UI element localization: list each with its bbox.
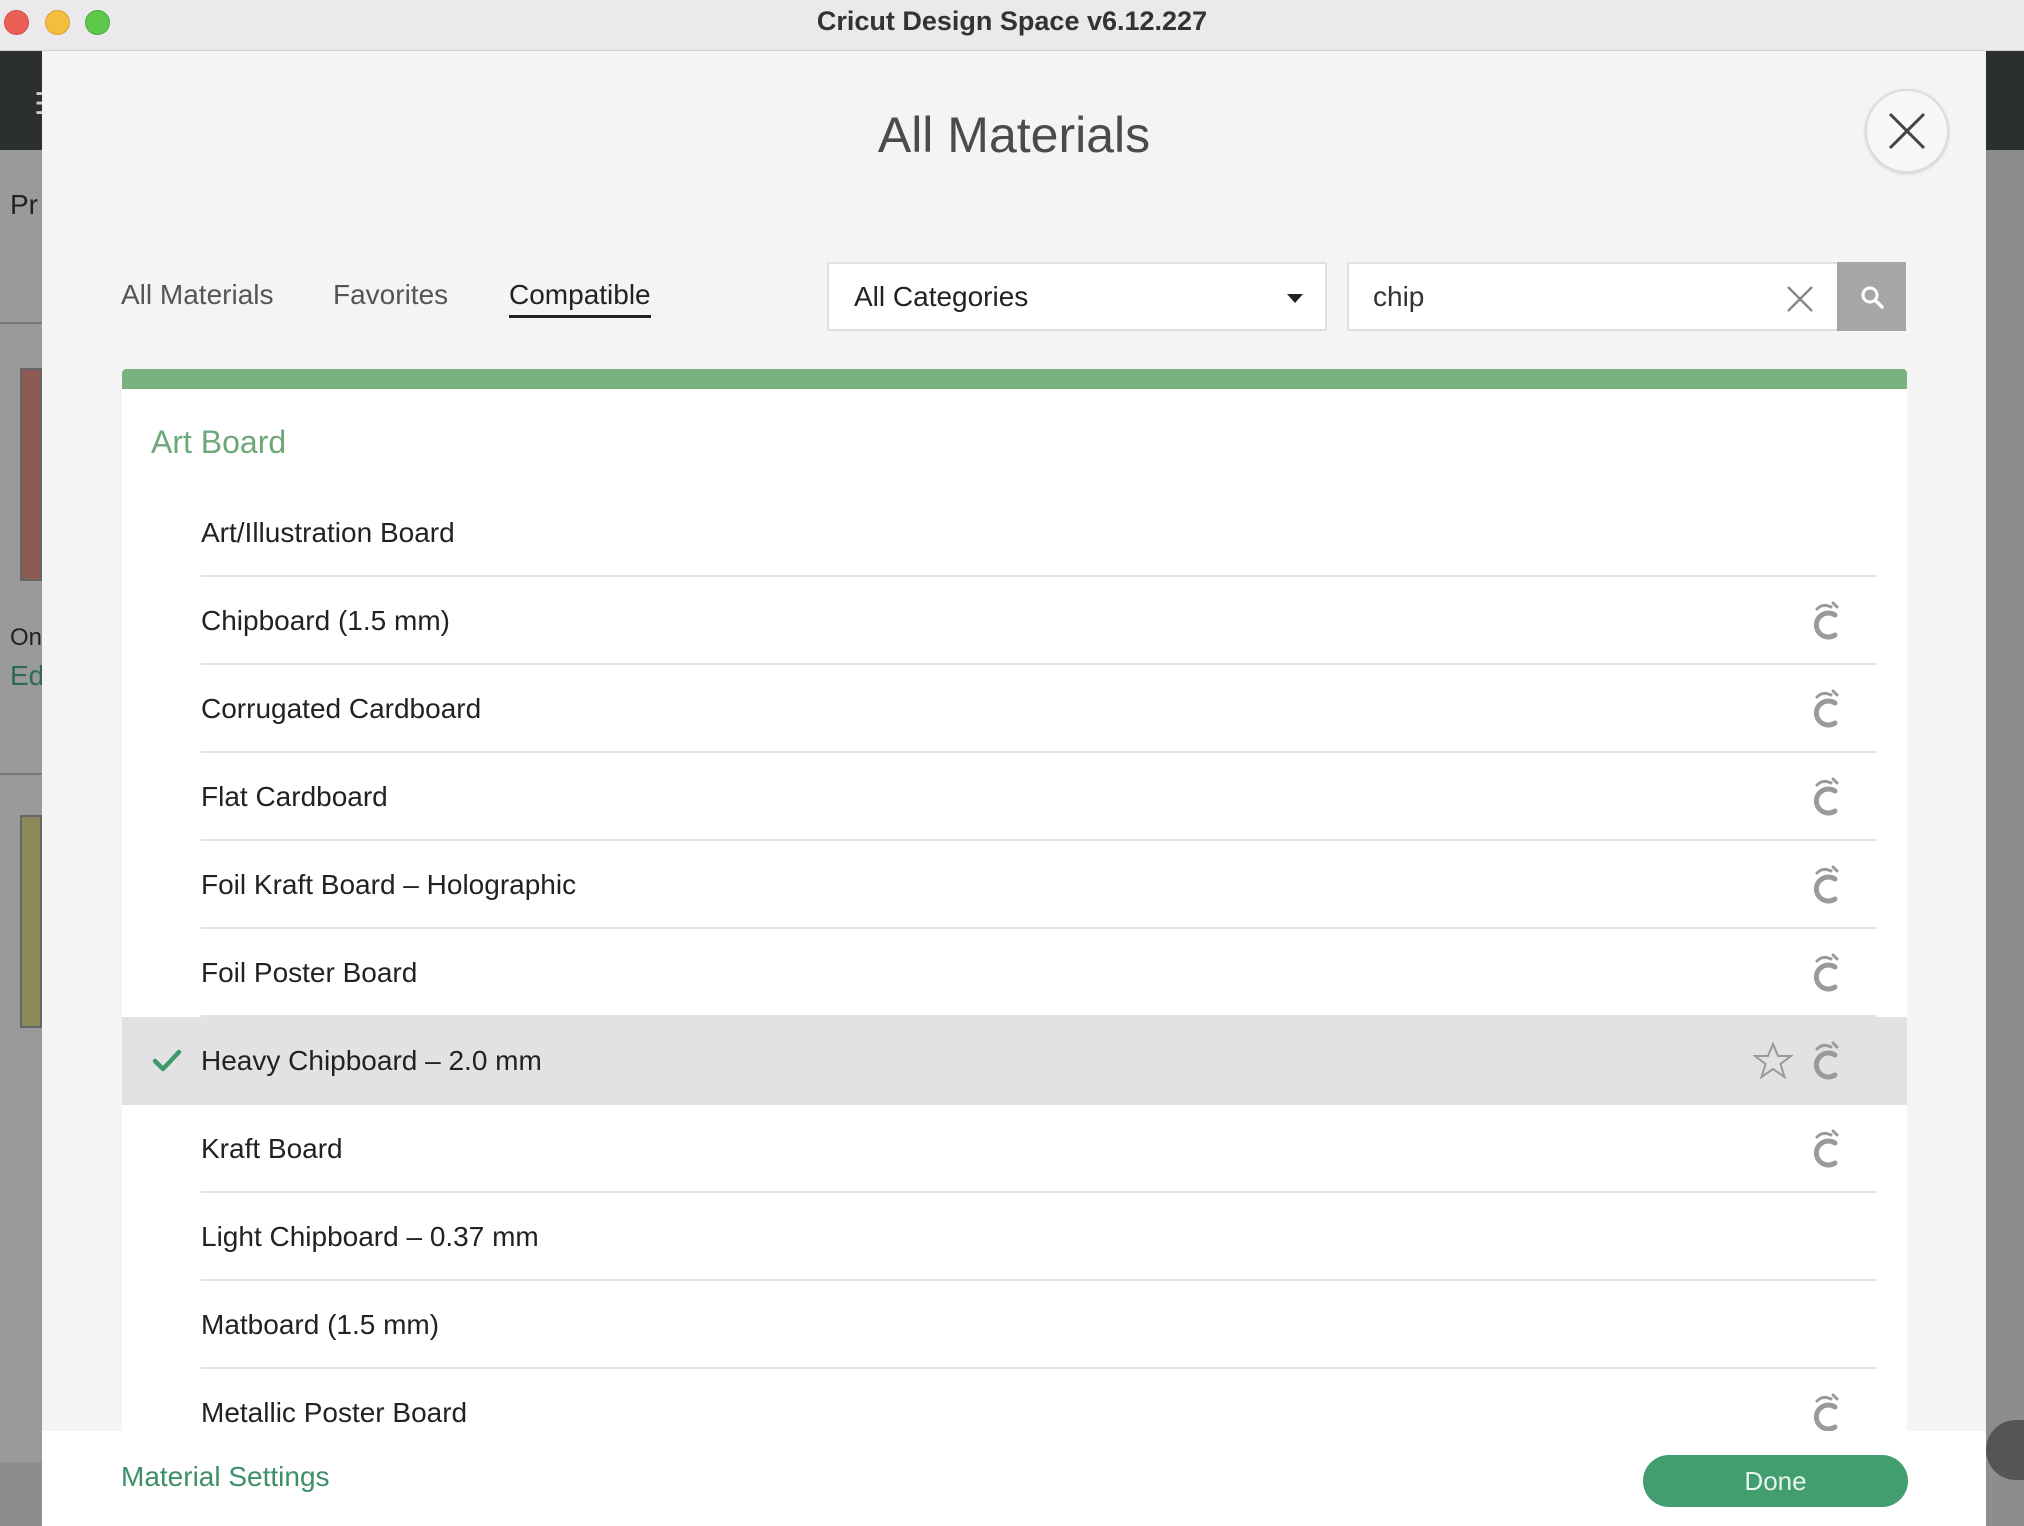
material-settings-link[interactable]: Material Settings	[121, 1461, 330, 1493]
tab-all-materials[interactable]: All Materials	[121, 279, 273, 315]
tab-favorites[interactable]: Favorites	[333, 279, 448, 315]
checkmark-icon	[152, 1047, 182, 1075]
background-mat-thumbnail	[20, 368, 42, 581]
cricut-material-icon	[1807, 1129, 1843, 1171]
search-button[interactable]	[1837, 262, 1906, 331]
material-row[interactable]: Art/Illustration Board	[122, 489, 1907, 577]
material-row-label: Corrugated Cardboard	[201, 693, 482, 724]
material-row[interactable]: Chipboard (1.5 mm)	[122, 577, 1907, 665]
material-row-label: Kraft Board	[201, 1133, 343, 1164]
group-header-art-board: Art Board	[151, 424, 287, 460]
material-row[interactable]: Flat Cardboard	[122, 753, 1907, 841]
title-bar: Cricut Design Space v6.12.227	[0, 0, 2024, 51]
material-row[interactable]: Matboard (1.5 mm)	[122, 1281, 1907, 1369]
material-row[interactable]: Kraft Board	[122, 1105, 1907, 1193]
search-icon	[1861, 286, 1884, 309]
material-row-label: Light Chipboard – 0.37 mm	[201, 1221, 539, 1252]
favorite-star-icon[interactable]	[1752, 1041, 1794, 1081]
category-dropdown[interactable]: All Categories	[827, 262, 1327, 331]
background-divider	[0, 322, 42, 324]
material-row[interactable]: Heavy Chipboard – 2.0 mm	[122, 1017, 1907, 1105]
material-row[interactable]: Foil Poster Board	[122, 929, 1907, 1017]
material-row-label: Flat Cardboard	[201, 781, 388, 812]
all-materials-dialog: All Materials All Materials Favorites Co…	[42, 51, 1986, 1526]
list-top-bar	[122, 369, 1907, 389]
search-input-value: chip	[1373, 280, 1425, 312]
material-row-label: Art/Illustration Board	[201, 517, 455, 548]
material-row-label: Chipboard (1.5 mm)	[201, 605, 450, 636]
background-text-pr: Pr	[10, 189, 38, 220]
caret-down-icon	[1287, 294, 1303, 303]
background-mat-thumbnail	[20, 815, 42, 1028]
material-row-label: Matboard (1.5 mm)	[201, 1309, 440, 1340]
done-button[interactable]: Done	[1643, 1455, 1908, 1507]
search-input[interactable]: chip	[1347, 262, 1837, 331]
material-row-label: Foil Poster Board	[201, 957, 418, 988]
cricut-material-icon	[1807, 1041, 1843, 1083]
close-dialog-button[interactable]	[1865, 89, 1949, 173]
category-dropdown-value: All Categories	[854, 280, 1029, 312]
cricut-material-icon	[1807, 953, 1843, 995]
material-row[interactable]: Foil Kraft Board – Holographic	[122, 841, 1907, 929]
dialog-footer: Material Settings Done	[42, 1431, 1986, 1526]
material-row[interactable]: Light Chipboard – 0.37 mm	[122, 1193, 1907, 1281]
background-right-header	[1986, 51, 2024, 150]
cricut-material-icon	[1807, 689, 1843, 731]
material-row-label: Foil Kraft Board – Holographic	[201, 869, 577, 900]
dialog-title: All Materials	[877, 107, 1151, 163]
background-divider	[0, 773, 42, 775]
cricut-material-icon	[1807, 601, 1843, 643]
material-row[interactable]: Corrugated Cardboard	[122, 665, 1907, 753]
background-text-ed: Ed	[10, 660, 45, 691]
close-icon	[1888, 112, 1926, 150]
background-text-on: On	[10, 624, 43, 651]
materials-list: Art Board Art/Illustration Board Chipboar…	[122, 369, 1907, 1479]
cricut-material-icon	[1807, 865, 1843, 907]
cricut-material-icon	[1807, 777, 1843, 819]
window-title: Cricut Design Space v6.12.227	[816, 6, 1208, 36]
background-right-strip	[1986, 51, 2024, 1526]
cricut-material-icon	[1807, 1393, 1843, 1435]
background-left-panel	[0, 150, 42, 1462]
clear-search-icon[interactable]	[1785, 284, 1815, 314]
tab-compatible[interactable]: Compatible	[509, 279, 651, 318]
material-row-label: Heavy Chipboard – 2.0 mm	[201, 1045, 542, 1076]
